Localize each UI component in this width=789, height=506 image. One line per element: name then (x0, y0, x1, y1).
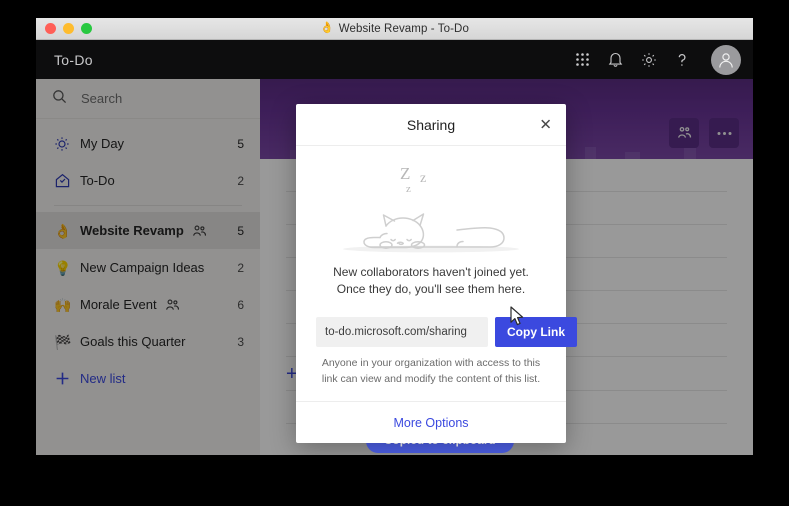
sharing-note: Anyone in your organization with access … (321, 356, 541, 385)
app-window: 👌 Website Revamp - To-Do To-Do Search My… (36, 18, 753, 455)
z-mark-medium: z (420, 171, 427, 186)
app-header: To-Do (36, 40, 753, 79)
window-title: 👌 Website Revamp - To-Do (36, 18, 753, 39)
dialog-title: Sharing (406, 116, 456, 133)
more-options-link[interactable]: More Options (393, 416, 468, 430)
sleep-marks: Z z z (316, 162, 546, 202)
banner-actions (669, 118, 739, 148)
dialog-footer: More Options (296, 401, 566, 443)
share-link-input[interactable] (316, 316, 488, 347)
sidebar-item-count: 5 (237, 223, 244, 238)
search-icon (52, 89, 67, 109)
sidebar-item-morale-event[interactable]: 🙌 Morale Event 6 (36, 286, 260, 323)
mouse-cursor (510, 306, 526, 333)
sidebar-item-goals-this-quarter[interactable]: 🏁 Goals this Quarter 3 (36, 323, 260, 360)
sidebar-item-label: Morale Event (80, 297, 157, 312)
share-list-button[interactable] (669, 118, 699, 148)
sidebar-item-to-do[interactable]: To-Do 2 (36, 162, 260, 199)
sidebar: My Day 5 To-Do 2 (36, 79, 260, 455)
app-title: To-Do (54, 51, 93, 68)
chequered-flag-icon: 🏁 (54, 333, 72, 350)
list-options-button[interactable] (709, 118, 739, 148)
shared-list-icon (192, 225, 207, 237)
new-list-label: New list (80, 371, 126, 386)
zoom-window-button[interactable] (81, 23, 92, 34)
lightbulb-icon: 💡 (54, 259, 72, 276)
pointing-hand-icon: 👌 (54, 222, 72, 239)
window-title-text: Website Revamp - To-Do (338, 22, 469, 35)
screen: 👌 Website Revamp - To-Do To-Do Search My… (0, 0, 789, 506)
sidebar-item-website-revamp[interactable]: 👌 Website Revamp 5 (36, 212, 260, 249)
dialog-body: Z z z New collaborators haven't joined y… (296, 146, 578, 401)
home-check-icon (54, 172, 80, 189)
sidebar-item-count: 2 (237, 173, 244, 188)
close-window-button[interactable] (45, 23, 56, 34)
apps-grid-icon[interactable] (575, 52, 590, 67)
sidebar-item-label: My Day (80, 136, 125, 151)
dialog-header: Sharing ✕ (296, 104, 566, 146)
z-mark-large: Z (400, 164, 411, 183)
sidebar-item-label: Website Revamp (80, 223, 184, 238)
sidebar-item-count: 6 (237, 297, 244, 312)
sidebar-nav: My Day 5 To-Do 2 👌 Website Revamp 5 💡 Ne… (36, 119, 260, 397)
sidebar-item-count: 2 (237, 260, 244, 275)
help-icon[interactable] (675, 52, 689, 68)
gear-icon[interactable] (641, 52, 657, 68)
sharing-dialog: Sharing ✕ Z z z New collaborators haven'… (296, 104, 578, 444)
empty-state-text: New collaborators haven't joined yet. On… (333, 265, 529, 297)
new-list-button[interactable]: New list (36, 360, 260, 397)
close-icon[interactable]: ✕ (539, 117, 552, 132)
sidebar-divider (54, 205, 242, 206)
sidebar-item-my-day[interactable]: My Day 5 (36, 125, 260, 162)
shared-list-icon (165, 299, 180, 311)
search-input[interactable] (81, 91, 244, 106)
sidebar-item-label: Goals this Quarter (80, 334, 186, 349)
header-actions (575, 44, 741, 75)
sun-icon (54, 136, 80, 152)
pointing-hand-icon: 👌 (320, 22, 334, 34)
sidebar-item-new-campaign-ideas[interactable]: 💡 New Campaign Ideas 2 (36, 249, 260, 286)
plus-icon (54, 370, 80, 387)
traffic-lights (45, 23, 92, 34)
sidebar-item-count: 5 (237, 136, 244, 151)
avatar[interactable] (711, 44, 741, 75)
minimize-window-button[interactable] (63, 23, 74, 34)
sidebar-item-label: New Campaign Ideas (80, 260, 205, 275)
z-mark-small: z (406, 183, 411, 195)
bell-icon[interactable] (608, 51, 623, 68)
sleeping-cat-illustration (316, 200, 546, 254)
copy-link-button[interactable]: Copy Link (495, 316, 578, 347)
search-bar[interactable] (36, 79, 260, 119)
sidebar-item-count: 3 (237, 334, 244, 349)
sidebar-item-label: To-Do (80, 173, 115, 188)
window-titlebar: 👌 Website Revamp - To-Do (36, 18, 753, 40)
raised-hands-icon: 🙌 (54, 296, 72, 313)
